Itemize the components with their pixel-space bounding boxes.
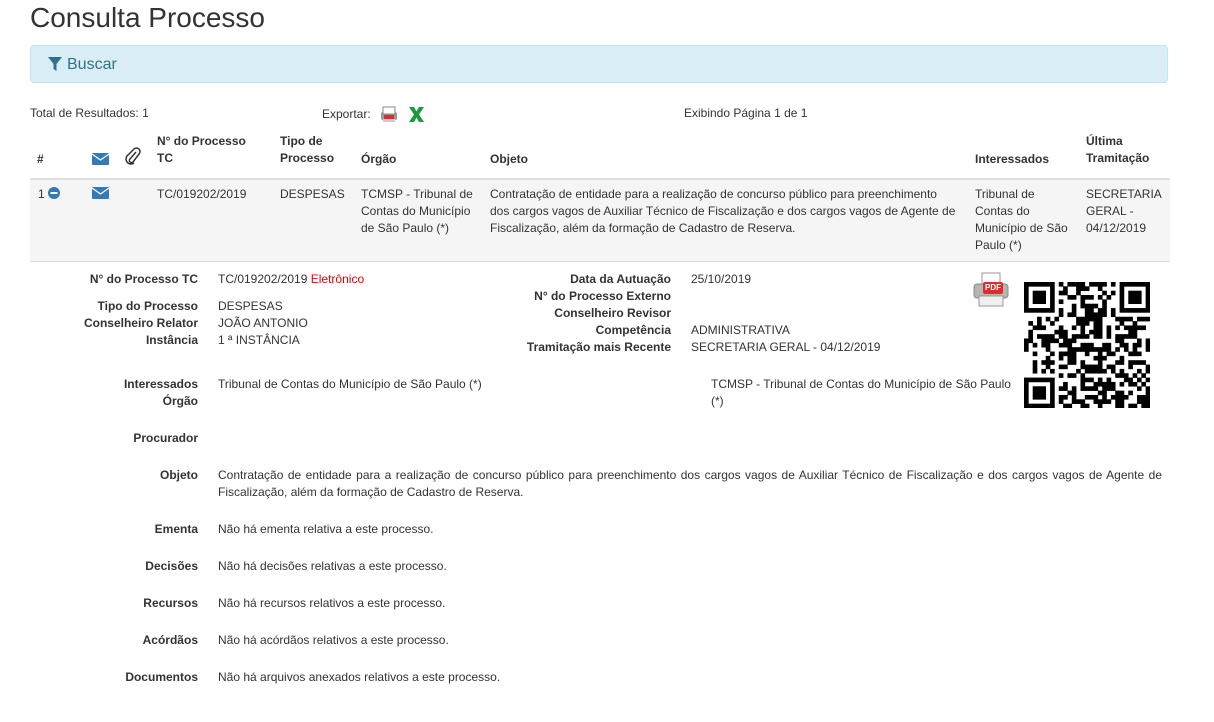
label-competencia: Competência — [595, 323, 671, 337]
filter-icon — [48, 57, 62, 71]
export-excel-icon[interactable] — [408, 106, 425, 123]
export-label: Exportar: — [322, 107, 371, 121]
label-numero: N° do Processo TC — [89, 272, 198, 286]
label-acordaos: Acórdãos — [142, 633, 198, 647]
search-panel-toggle[interactable]: Buscar — [30, 45, 1168, 83]
value-documentos: Não há arquivos anexados relativos a est… — [218, 670, 501, 684]
label-ementa: Ementa — [154, 522, 198, 536]
collapse-minus-circle-icon[interactable] — [48, 187, 60, 199]
label-decisoes: Decisões — [145, 559, 198, 573]
value-interessados: Tribunal de Contas do Município de São P… — [218, 377, 482, 391]
pdf-label: PDF — [985, 283, 1001, 292]
value-tipo: DESPESAS — [218, 299, 283, 313]
label-tipo: Tipo do Processo — [97, 299, 198, 313]
value-tramitacao: SECRETARIA GERAL - 04/12/2019 — [691, 340, 881, 354]
label-instancia: Instância — [145, 333, 198, 347]
col-header-orgao: Órgão — [361, 152, 397, 166]
value-orgao: TCMSP - Tribunal de Contas do Município … — [711, 377, 1011, 408]
label-procurador: Procurador — [133, 431, 198, 445]
col-header-num: # — [37, 152, 44, 166]
label-documentos: Documentos — [125, 670, 198, 684]
row-envelope-icon[interactable] — [92, 187, 109, 199]
value-numero: TC/019202/2019 Eletrônico — [218, 272, 365, 286]
search-label: Buscar — [67, 56, 117, 73]
value-acordaos: Não há acórdãos relativos a este process… — [218, 633, 449, 647]
label-revisor: Conselheiro Revisor — [554, 306, 671, 320]
label-externo: N° do Processo Externo — [534, 289, 671, 303]
value-instancia: 1 ª INSTÂNCIA — [218, 333, 300, 347]
label-objeto: Objeto — [160, 468, 198, 482]
qr-code — [1024, 282, 1150, 408]
row-interessados: Tribunal de Contas do Município de São P… — [975, 187, 1068, 252]
envelope-icon — [92, 153, 109, 165]
total-results: Total de Resultados: 1 — [30, 106, 149, 120]
value-relator: JOÃO ANTONIO — [218, 316, 308, 330]
eletronico-badge: Eletrônico — [310, 272, 365, 286]
row-objeto: Contratação de entidade para a realizaçã… — [490, 187, 956, 235]
label-relator: Conselheiro Relator — [83, 316, 198, 330]
paging-info: Exibindo Página 1 de 1 — [684, 106, 808, 120]
label-recursos: Recursos — [143, 596, 198, 610]
value-autuacao: 25/10/2019 — [691, 272, 752, 286]
value-competencia: ADMINISTRATIVA — [691, 323, 790, 337]
label-interessados: Interessados — [123, 377, 198, 391]
label-autuacao: Data da Autuação — [570, 272, 671, 286]
label-tramitacao: Tramitação mais Recente — [526, 340, 671, 354]
value-objeto: Contratação de entidade para a realizaçã… — [218, 468, 1162, 499]
col-header-tipo: Tipo de Processo — [280, 134, 335, 165]
col-header-processo: N° do Processo TC — [157, 134, 246, 165]
row-processo: TC/019202/2019 — [157, 187, 247, 201]
row-orgao: TCMSP - Tribunal de Contas do Município … — [361, 187, 473, 235]
print-pdf-icon[interactable]: PDF — [972, 272, 1012, 308]
page-title: Consulta Processo — [30, 2, 266, 33]
col-header-ultima: Última Tramitação — [1086, 134, 1150, 165]
paperclip-icon — [125, 147, 141, 165]
label-orgao: Órgão — [162, 394, 198, 408]
value-decisoes: Não há decisões relativas a este process… — [218, 559, 447, 573]
col-header-interessados: Interessados — [975, 152, 1050, 166]
row-tipo: DESPESAS — [280, 187, 345, 201]
value-ementa: Não há ementa relativa a este processo. — [218, 522, 434, 536]
col-header-objeto: Objeto — [490, 152, 528, 166]
row-num: 1 — [38, 187, 45, 201]
row-ultima-tramitacao: SECRETARIA GERAL - 04/12/2019 — [1086, 187, 1162, 235]
export-pdf-icon[interactable] — [379, 104, 399, 124]
value-recursos: Não há recursos relativos a este process… — [218, 596, 446, 610]
